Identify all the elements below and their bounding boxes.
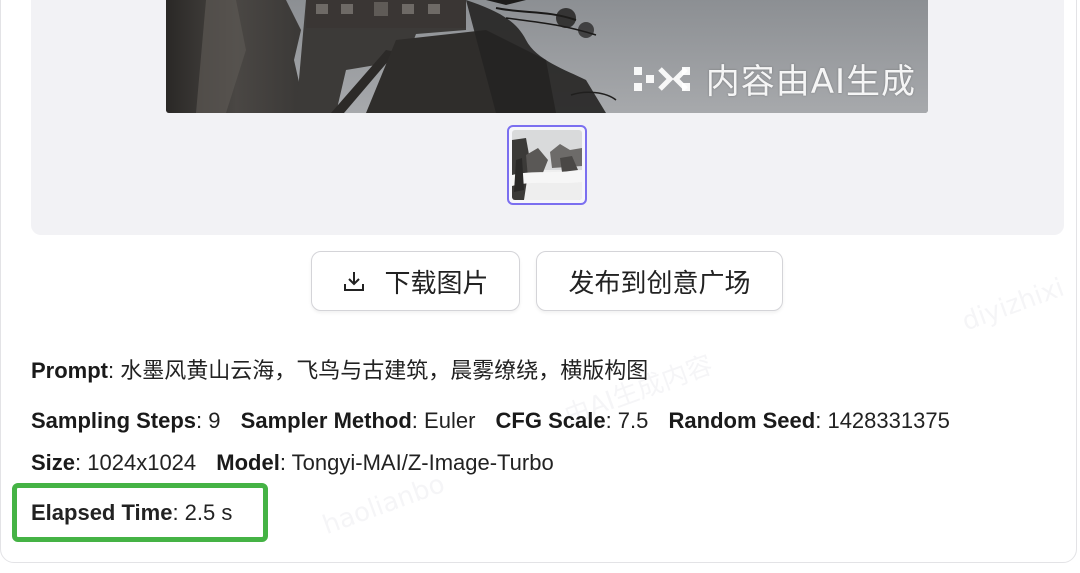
- download-button-label: 下载图片: [384, 268, 489, 299]
- sampling-steps-label: Sampling Steps: [31, 408, 197, 433]
- parameters-row: Sampling Steps: 9 Sampler Method: Euler …: [31, 408, 950, 475]
- ai-generated-watermark: 内容由AI生成: [632, 54, 916, 103]
- model-value: Tongyi-MAI/Z-Image-Turbo: [291, 450, 554, 475]
- size-label: Size: [31, 450, 76, 475]
- prompt-label: Prompt: [31, 358, 108, 383]
- sampling-steps-value: 9: [208, 408, 221, 433]
- download-image-button[interactable]: 下载图片: [311, 251, 520, 311]
- cfg-scale-label: CFG Scale: [495, 408, 606, 433]
- prompt-value: 水墨风黄山云海，飞鸟与古建筑，晨雾缭绕，横版构图: [120, 359, 649, 384]
- cfg-scale-value: 7.5: [617, 408, 649, 433]
- image-thumbnail[interactable]: [507, 125, 587, 205]
- ai-watermark-text: 内容由AI生成: [705, 62, 916, 102]
- sampler-method-value: Euler: [424, 408, 476, 433]
- publish-button-label: 发布到创意广场: [568, 268, 751, 299]
- thumbnail-image: [512, 130, 582, 200]
- prompt-row: Prompt: 水墨风黄山云海，飞鸟与古建筑，晨雾缭绕，横版构图: [31, 358, 649, 384]
- sampler-method-label: Sampler Method: [240, 408, 412, 433]
- ai-logo-icon: [633, 66, 690, 91]
- elapsed-time-label: Elapsed Time: [31, 499, 173, 525]
- size-value: 1024x1024: [87, 450, 197, 475]
- model-label: Model: [216, 450, 280, 475]
- elapsed-time-highlight: Elapsed Time: 2.5 s: [12, 483, 268, 542]
- elapsed-time-value: 2.5 s: [184, 499, 233, 525]
- publish-to-gallery-button[interactable]: 发布到创意广场: [536, 251, 783, 311]
- random-seed-value: 1428331375: [827, 408, 950, 433]
- random-seed-label: Random Seed: [668, 408, 816, 433]
- download-icon: [344, 272, 365, 291]
- generated-image[interactable]: 内容由AI生成: [166, 0, 928, 113]
